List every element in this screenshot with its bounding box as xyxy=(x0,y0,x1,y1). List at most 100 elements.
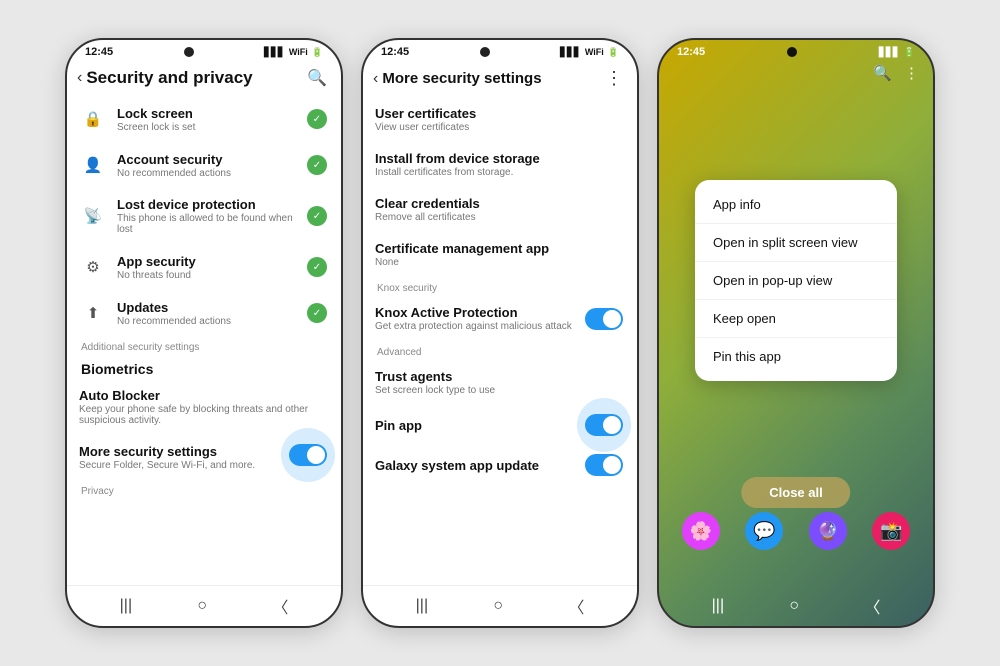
setting-pin-app[interactable]: Pin app xyxy=(363,405,637,445)
app-security-check: ✓ xyxy=(307,257,327,277)
nav-recent-2[interactable]: ||| xyxy=(416,597,428,615)
nav-recent-1[interactable]: ||| xyxy=(120,597,132,615)
knox-toggle[interactable] xyxy=(585,308,623,330)
updates-check: ✓ xyxy=(307,303,327,323)
more-security-toggle[interactable] xyxy=(289,444,327,466)
app-icon-purple[interactable]: 🔮 xyxy=(809,512,847,550)
install-device-subtitle: Install certificates from storage. xyxy=(375,167,623,178)
updates-icon: ⬆ xyxy=(79,299,107,327)
signal-icon-3: ▋▋▋ xyxy=(879,47,900,58)
lock-screen-text: Lock screen Screen lock is set xyxy=(117,106,297,133)
settings-list-1: 🔒 Lock screen Screen lock is set ✓ 👤 Acc… xyxy=(67,96,341,585)
battery-icon: 🔋 xyxy=(312,47,323,58)
phone3-more-icon[interactable]: ⋮ xyxy=(904,64,919,82)
setting-updates[interactable]: ⬆ Updates No recommended actions ✓ xyxy=(67,290,341,336)
auto-blocker-title: Auto Blocker xyxy=(79,388,327,403)
lost-device-subtitle: This phone is allowed to be found when l… xyxy=(117,213,297,235)
auto-blocker-subtitle: Keep your phone safe by blocking threats… xyxy=(79,404,327,426)
updates-subtitle: No recommended actions xyxy=(117,316,297,327)
app-security-icon: ⚙ xyxy=(79,253,107,281)
install-device-text: Install from device storage Install cert… xyxy=(375,151,623,178)
updates-text: Updates No recommended actions xyxy=(117,300,297,327)
setting-lock-screen[interactable]: 🔒 Lock screen Screen lock is set ✓ xyxy=(67,96,341,142)
page-title-1: Security and privacy xyxy=(86,68,252,88)
status-icons-1: ▋▋▋ WiFi 🔋 xyxy=(264,47,323,58)
context-pin-app[interactable]: Pin this app xyxy=(695,338,897,375)
status-bar-3: 12:45 ▋▋▋ 🔋 xyxy=(659,40,933,60)
cert-mgmt-text: Certificate management app None xyxy=(375,241,623,268)
phone2-nav: ||| ○ 〈 xyxy=(363,585,637,626)
knox-subtitle: Get extra protection against malicious a… xyxy=(375,321,575,332)
phone3: 12:45 ▋▋▋ 🔋 🔍 ⋮ App info Open in split s… xyxy=(657,38,935,628)
pin-app-title: Pin app xyxy=(375,418,575,433)
biometrics-label: Biometrics xyxy=(67,355,341,379)
setting-auto-blocker[interactable]: Auto Blocker Keep your phone safe by blo… xyxy=(67,379,341,435)
additional-security-label: Additional security settings xyxy=(67,336,341,355)
account-icon: 👤 xyxy=(79,151,107,179)
nav-back-3[interactable]: 〈 xyxy=(864,594,880,618)
knox-title: Knox Active Protection xyxy=(375,305,575,320)
nav-recent-3[interactable]: ||| xyxy=(712,597,724,615)
phone3-app-icons: 🌸 💬 🔮 📸 xyxy=(659,506,933,556)
search-button-1[interactable]: 🔍 xyxy=(307,68,327,88)
setting-app-security[interactable]: ⚙ App security No threats found ✓ xyxy=(67,244,341,290)
clear-credentials-subtitle: Remove all certificates xyxy=(375,212,623,223)
battery-icon-2: 🔋 xyxy=(608,47,619,58)
trust-agents-text: Trust agents Set screen lock type to use xyxy=(375,369,623,396)
back-button-1[interactable]: ‹ xyxy=(77,69,82,87)
nav-home-1[interactable]: ○ xyxy=(197,597,207,615)
status-time-3: 12:45 xyxy=(677,46,705,58)
app-security-subtitle: No threats found xyxy=(117,270,297,281)
cert-mgmt-title: Certificate management app xyxy=(375,241,623,256)
user-certs-text: User certificates View user certificates xyxy=(375,106,623,133)
galaxy-update-text: Galaxy system app update xyxy=(375,458,575,473)
nav-back-2[interactable]: 〈 xyxy=(568,594,584,618)
nav-home-3[interactable]: ○ xyxy=(789,597,799,615)
setting-lost-device[interactable]: 📡 Lost device protection This phone is a… xyxy=(67,188,341,244)
app-icon-messages[interactable]: 💬 xyxy=(745,512,783,550)
auto-blocker-text: Auto Blocker Keep your phone safe by blo… xyxy=(79,388,327,426)
status-icons-3: ▋▋▋ 🔋 xyxy=(879,47,915,58)
install-device-title: Install from device storage xyxy=(375,151,623,166)
context-popup-view[interactable]: Open in pop-up view xyxy=(695,262,897,300)
app-icon-blossom[interactable]: 🌸 xyxy=(682,512,720,550)
phone3-nav: ||| ○ 〈 xyxy=(659,586,933,626)
galaxy-toggle[interactable] xyxy=(585,454,623,476)
setting-install-device[interactable]: Install from device storage Install cert… xyxy=(363,142,637,187)
phone3-search-icon[interactable]: 🔍 xyxy=(873,64,892,82)
setting-knox[interactable]: Knox Active Protection Get extra protect… xyxy=(363,296,637,341)
nav-home-2[interactable]: ○ xyxy=(493,597,503,615)
account-subtitle: No recommended actions xyxy=(117,168,297,179)
clear-credentials-title: Clear credentials xyxy=(375,196,623,211)
setting-user-certs[interactable]: User certificates View user certificates xyxy=(363,97,637,142)
wifi-icon-2: WiFi xyxy=(585,47,604,57)
galaxy-update-title: Galaxy system app update xyxy=(375,458,575,473)
lost-device-check: ✓ xyxy=(307,206,327,226)
setting-clear-credentials[interactable]: Clear credentials Remove all certificate… xyxy=(363,187,637,232)
battery-icon-3: 🔋 xyxy=(904,47,915,58)
camera-notch-3 xyxy=(787,47,797,57)
clear-credentials-text: Clear credentials Remove all certificate… xyxy=(375,196,623,223)
setting-cert-mgmt[interactable]: Certificate management app None xyxy=(363,232,637,277)
context-keep-open[interactable]: Keep open xyxy=(695,300,897,338)
updates-title: Updates xyxy=(117,300,297,315)
more-options-button[interactable]: ⋮ xyxy=(605,68,623,89)
back-button-2[interactable]: ‹ xyxy=(373,70,378,88)
phone1-header: ‹ Security and privacy 🔍 xyxy=(67,60,341,96)
privacy-label: Privacy xyxy=(67,480,341,499)
lock-screen-subtitle: Screen lock is set xyxy=(117,122,297,133)
signal-icon: ▋▋▋ xyxy=(264,47,285,58)
wifi-icon: WiFi xyxy=(289,47,308,57)
app-security-text: App security No threats found xyxy=(117,254,297,281)
lost-device-icon: 📡 xyxy=(79,202,107,230)
context-app-info[interactable]: App info xyxy=(695,186,897,224)
app-icon-camera[interactable]: 📸 xyxy=(872,512,910,550)
context-split-screen[interactable]: Open in split screen view xyxy=(695,224,897,262)
lock-screen-title: Lock screen xyxy=(117,106,297,121)
nav-back-1[interactable]: 〈 xyxy=(272,594,288,618)
setting-account-security[interactable]: 👤 Account security No recommended action… xyxy=(67,142,341,188)
close-all-button[interactable]: Close all xyxy=(741,477,850,508)
pin-app-toggle[interactable] xyxy=(585,414,623,436)
status-time-2: 12:45 xyxy=(381,46,409,58)
setting-more-security[interactable]: More security settings Secure Folder, Se… xyxy=(67,435,341,480)
